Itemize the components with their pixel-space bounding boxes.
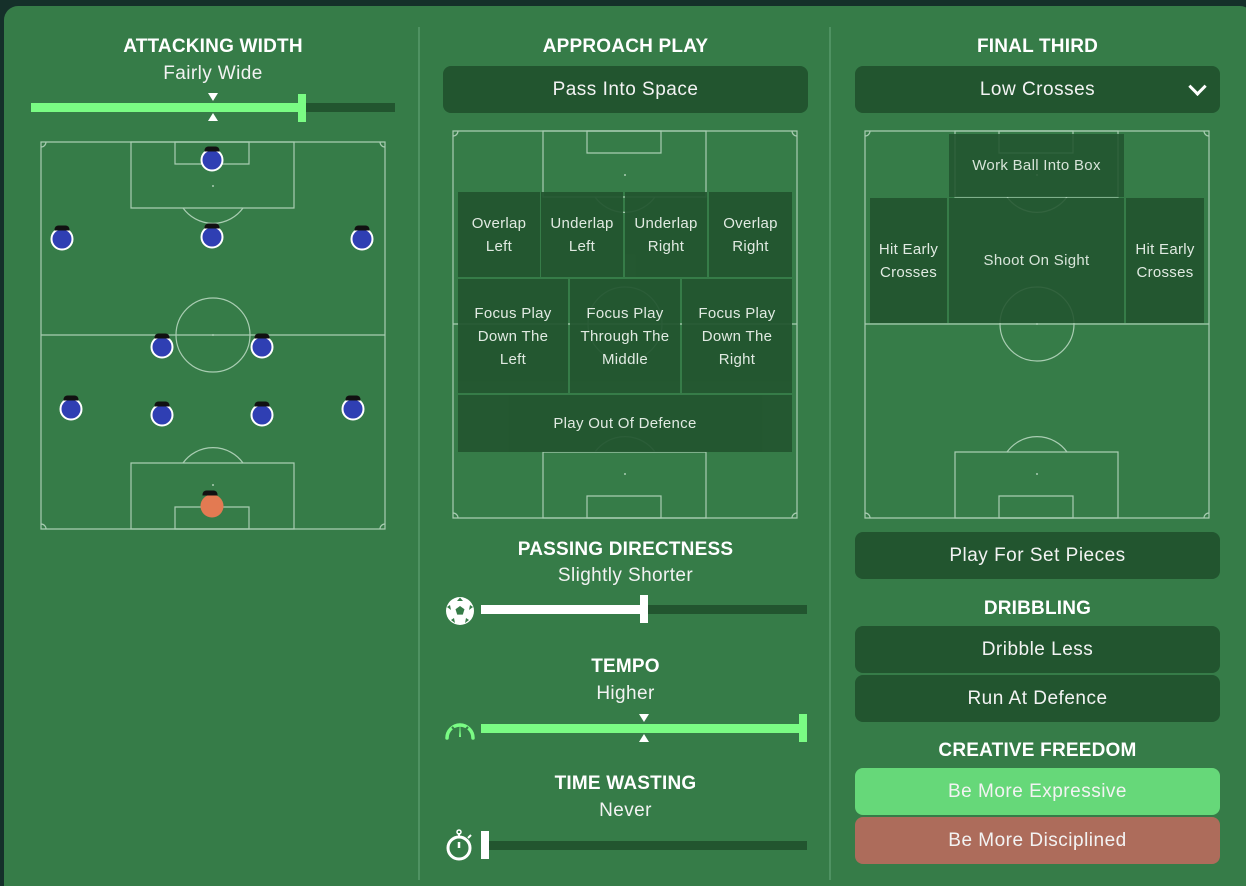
formation-pitch	[40, 141, 386, 530]
tempo-value: Higher	[596, 683, 655, 704]
approach-play-title: APPROACH PLAY	[542, 36, 709, 57]
creative-freedom-title: CREATIVE FREEDOM	[938, 740, 1137, 761]
time-wasting-value: Never	[599, 800, 652, 821]
player-marker[interactable]	[59, 395, 83, 421]
default-marker-bottom	[639, 734, 649, 742]
be-more-disciplined-button[interactable]: Be More Disciplined	[855, 817, 1220, 864]
slider-fill	[31, 103, 302, 112]
zone-play-out-of-defence[interactable]: Play Out Of Defence	[458, 395, 792, 452]
zone-hit-early-crosses-right[interactable]: Hit Early Crosses	[1126, 198, 1204, 323]
play-for-set-pieces-button[interactable]: Play For Set Pieces	[855, 532, 1220, 579]
player-marker[interactable]	[250, 401, 274, 427]
final-third-pitch: Work Ball Into Box Hit Early Crosses Sho…	[864, 130, 1210, 519]
zone-underlap-right[interactable]: Underlap Right	[625, 192, 707, 277]
zone-hit-early-crosses-left[interactable]: Hit Early Crosses	[870, 198, 947, 323]
player-marker[interactable]	[50, 225, 74, 251]
zone-focus-left[interactable]: Focus Play Down The Left	[458, 279, 568, 393]
slider-track	[481, 841, 807, 850]
dribble-less-button[interactable]: Dribble Less	[855, 626, 1220, 673]
column-divider	[829, 27, 831, 880]
goalkeeper-marker[interactable]	[200, 490, 224, 518]
attacking-width-title: ATTACKING WIDTH	[123, 36, 303, 57]
slider-handle[interactable]	[640, 595, 648, 623]
pitch-markings	[40, 141, 386, 530]
default-marker-top	[639, 714, 649, 722]
player-marker[interactable]	[250, 333, 274, 359]
zone-work-ball-into-box[interactable]: Work Ball Into Box	[949, 134, 1124, 197]
zone-focus-right[interactable]: Focus Play Down The Right	[682, 279, 792, 393]
zone-shoot-on-sight[interactable]: Shoot On Sight	[949, 198, 1124, 323]
final-third-selected-label: Low Crosses	[979, 78, 1096, 100]
chevron-down-icon	[1188, 77, 1207, 96]
be-more-expressive-button[interactable]: Be More Expressive	[855, 768, 1220, 815]
default-marker-top	[208, 93, 218, 101]
final-third-title: FINAL THIRD	[976, 36, 1099, 57]
zone-overlap-right[interactable]: Overlap Right	[709, 192, 792, 277]
time-wasting-title: TIME WASTING	[554, 773, 697, 794]
stopwatch-icon	[446, 829, 476, 861]
time-wasting-slider[interactable]	[481, 830, 807, 860]
slider-handle[interactable]	[298, 94, 306, 122]
slider-handle[interactable]	[481, 831, 489, 859]
football-icon	[446, 597, 474, 625]
attacking-width-value: Fairly Wide	[163, 63, 263, 84]
zone-focus-middle[interactable]: Focus Play Through The Middle	[570, 279, 680, 393]
run-at-defence-button[interactable]: Run At Defence	[855, 675, 1220, 722]
slider-fill	[481, 724, 803, 733]
default-marker-bottom	[208, 113, 218, 121]
dribbling-title: DRIBBLING	[983, 598, 1092, 619]
slider-handle[interactable]	[799, 714, 807, 742]
approach-play-selected-label: Pass Into Space	[552, 78, 699, 100]
passing-directness-value: Slightly Shorter	[557, 565, 694, 586]
speedometer-icon	[443, 722, 477, 741]
player-marker[interactable]	[350, 225, 374, 251]
zone-underlap-left[interactable]: Underlap Left	[541, 192, 623, 277]
final-third-dropdown[interactable]: Low Crosses	[855, 66, 1220, 113]
passing-directness-slider[interactable]	[481, 595, 807, 625]
player-marker[interactable]	[200, 223, 224, 249]
tempo-title: TEMPO	[591, 656, 660, 677]
tempo-slider[interactable]	[481, 713, 807, 743]
approach-play-selected-button[interactable]: Pass Into Space	[443, 66, 808, 113]
player-marker[interactable]	[341, 395, 365, 421]
attacking-width-slider[interactable]	[31, 92, 395, 122]
zone-overlap-left[interactable]: Overlap Left	[458, 192, 540, 277]
column-divider	[418, 27, 420, 880]
player-marker[interactable]	[150, 401, 174, 427]
slider-fill	[481, 605, 644, 614]
player-marker[interactable]	[150, 333, 174, 359]
approach-play-pitch: Overlap Left Underlap Left Underlap Righ…	[452, 130, 798, 519]
passing-directness-title: PASSING DIRECTNESS	[517, 539, 734, 560]
player-marker[interactable]	[200, 146, 224, 172]
